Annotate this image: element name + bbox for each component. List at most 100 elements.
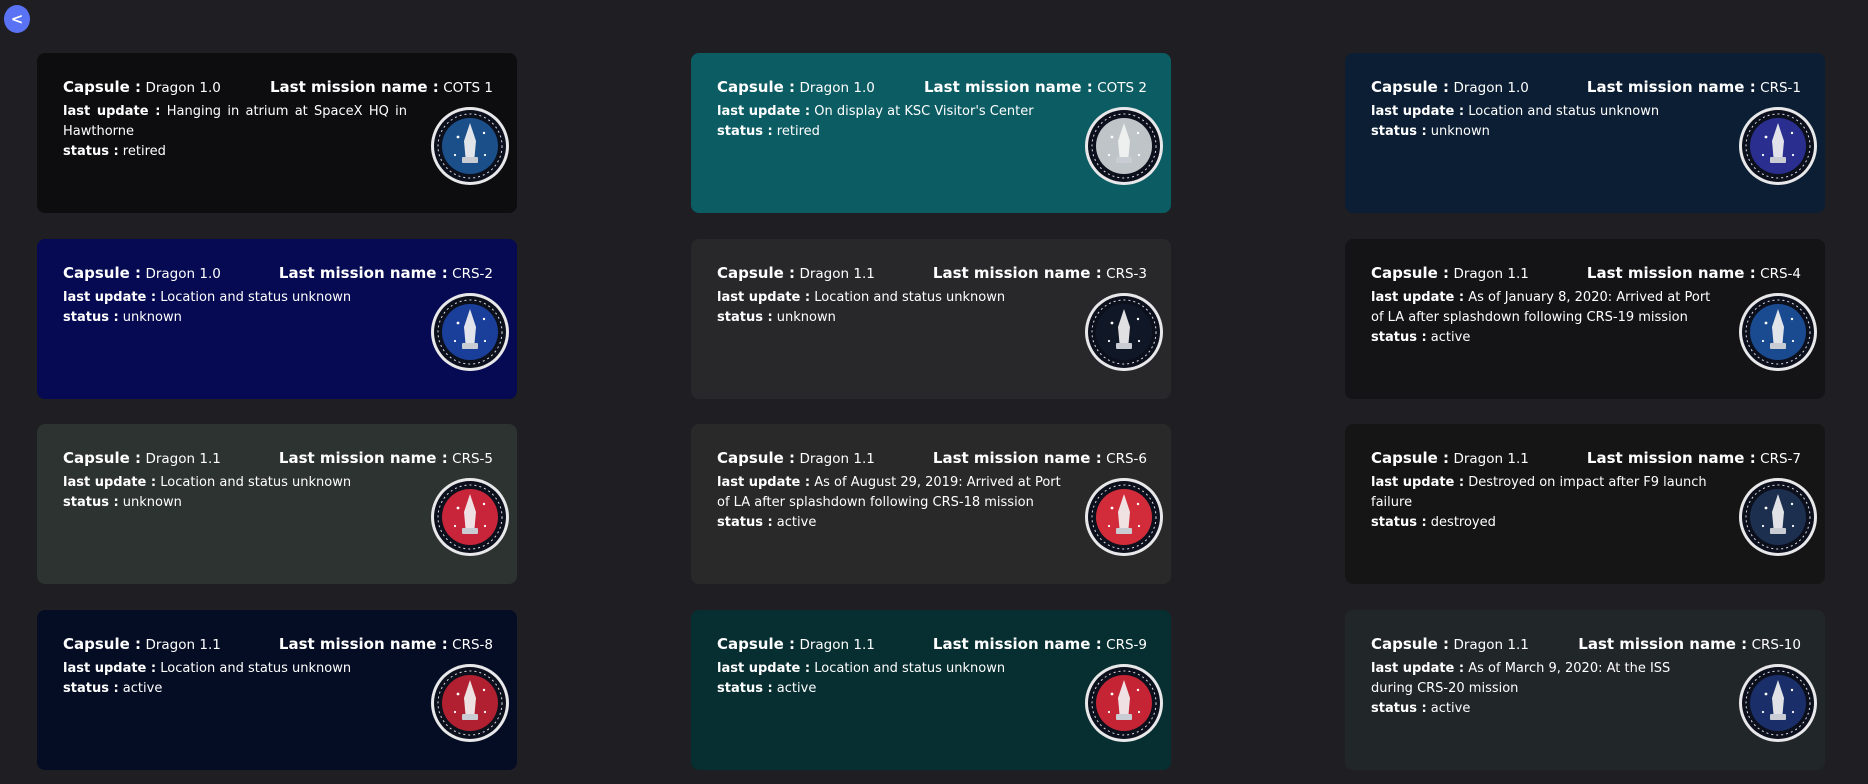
capsule-label: Capsule : <box>1371 78 1450 96</box>
status-line: status : active <box>1371 328 1715 348</box>
last-mission-value: CRS-9 <box>1106 637 1147 653</box>
capsule-type: Capsule : Dragon 1.1 <box>1371 635 1529 654</box>
last-mission-label: Last mission name : <box>932 264 1102 282</box>
last-update-label: last update : <box>63 290 157 305</box>
status-label: status : <box>717 124 773 139</box>
last-mission: Last mission name : CRS-4 <box>1587 264 1801 283</box>
last-update-line: last update : As of January 8, 2020: Arr… <box>1371 288 1715 328</box>
capsule-label: Capsule : <box>717 264 796 282</box>
status-value: unknown <box>1430 124 1490 139</box>
last-mission-value: CRS-3 <box>1106 266 1147 282</box>
last-update-line: last update : Location and status unknow… <box>63 659 407 679</box>
status-line: status : destroyed <box>1371 513 1715 533</box>
last-update-line: last update : As of March 9, 2020: At th… <box>1371 659 1715 699</box>
last-update-line: last update : Destroyed on impact after … <box>1371 473 1715 513</box>
last-mission-label: Last mission name : <box>278 449 448 467</box>
capsule-card[interactable]: Capsule : Dragon 1.1 Last mission name : … <box>691 610 1171 770</box>
capsule-card[interactable]: Capsule : Dragon 1.1 Last mission name : … <box>1345 610 1825 770</box>
last-mission: Last mission name : CRS-6 <box>933 449 1147 468</box>
card-header-row: Capsule : Dragon 1.0 Last mission name : … <box>63 78 493 97</box>
capsule-type: Capsule : Dragon 1.1 <box>717 635 875 654</box>
card-header-row: Capsule : Dragon 1.0 Last mission name : … <box>63 264 493 283</box>
last-update-label: last update : <box>63 661 157 676</box>
status-line: status : active <box>717 679 1061 699</box>
status-value: unknown <box>122 495 182 510</box>
capsule-card[interactable]: Capsule : Dragon 1.1 Last mission name : … <box>1345 239 1825 399</box>
last-mission: Last mission name : CRS-10 <box>1578 635 1801 654</box>
card-body: last update : Location and status unknow… <box>1371 102 1715 142</box>
status-label: status : <box>1371 701 1427 716</box>
capsule-value: Dragon 1.1 <box>799 637 875 653</box>
capsule-label: Capsule : <box>717 635 796 653</box>
capsule-card[interactable]: Capsule : Dragon 1.1 Last mission name : … <box>37 424 517 584</box>
capsule-value: Dragon 1.0 <box>145 266 221 282</box>
status-value: active <box>122 681 163 696</box>
last-update-label: last update : <box>63 475 157 490</box>
status-label: status : <box>1371 124 1427 139</box>
status-label: status : <box>1371 515 1427 530</box>
capsule-label: Capsule : <box>63 449 142 467</box>
capsule-card[interactable]: Capsule : Dragon 1.1 Last mission name : … <box>37 610 517 770</box>
status-value: active <box>776 515 817 530</box>
capsule-label: Capsule : <box>1371 449 1450 467</box>
last-update-label: last update : <box>717 290 811 305</box>
capsule-value: Dragon 1.1 <box>1453 637 1529 653</box>
capsule-type: Capsule : Dragon 1.1 <box>63 449 221 468</box>
capsule-value: Dragon 1.1 <box>145 451 221 467</box>
last-update-label: last update : <box>717 475 811 490</box>
status-label: status : <box>63 144 119 159</box>
capsule-label: Capsule : <box>63 635 142 653</box>
card-header-row: Capsule : Dragon 1.0 Last mission name : … <box>717 78 1147 97</box>
card-header-row: Capsule : Dragon 1.1 Last mission name : … <box>63 449 493 468</box>
last-update-line: last update : On display at KSC Visitor'… <box>717 102 1061 122</box>
status-value: destroyed <box>1430 515 1496 530</box>
last-mission: Last mission name : CRS-5 <box>279 449 493 468</box>
card-body: last update : Location and status unknow… <box>717 659 1061 699</box>
crs8-mission-patch-icon <box>429 662 511 744</box>
last-mission-value: CRS-1 <box>1760 80 1801 96</box>
last-mission-value: CRS-6 <box>1106 451 1147 467</box>
last-mission-value: CRS-8 <box>452 637 493 653</box>
last-mission: Last mission name : CRS-2 <box>279 264 493 283</box>
last-update-value: On display at KSC Visitor's Center <box>814 104 1034 119</box>
crs5-mission-patch-icon <box>429 476 511 558</box>
card-body: last update : As of January 8, 2020: Arr… <box>1371 288 1715 348</box>
last-update-label: last update : <box>1371 661 1465 676</box>
crs2-mission-patch-icon <box>429 291 511 373</box>
capsule-card[interactable]: Capsule : Dragon 1.1 Last mission name : … <box>691 424 1171 584</box>
capsule-label: Capsule : <box>1371 264 1450 282</box>
status-value: retired <box>122 144 166 159</box>
card-body: last update : Location and status unknow… <box>717 288 1061 328</box>
capsule-card[interactable]: Capsule : Dragon 1.1 Last mission name : … <box>691 239 1171 399</box>
capsule-value: Dragon 1.1 <box>1453 451 1529 467</box>
capsule-label: Capsule : <box>1371 635 1450 653</box>
status-value: unknown <box>776 310 836 325</box>
status-label: status : <box>717 515 773 530</box>
card-body: last update : Hanging in atrium at Space… <box>63 102 407 162</box>
status-line: status : active <box>63 679 407 699</box>
status-value: active <box>1430 330 1471 345</box>
capsule-type: Capsule : Dragon 1.0 <box>717 78 875 97</box>
last-mission-label: Last mission name : <box>1586 78 1756 96</box>
last-update-line: last update : Location and status unknow… <box>717 659 1061 679</box>
status-line: status : unknown <box>63 308 407 328</box>
last-mission-value: CRS-4 <box>1760 266 1801 282</box>
capsule-card[interactable]: Capsule : Dragon 1.1 Last mission name : … <box>1345 424 1825 584</box>
capsule-card[interactable]: Capsule : Dragon 1.0 Last mission name : … <box>691 53 1171 213</box>
capsule-card[interactable]: Capsule : Dragon 1.0 Last mission name : … <box>1345 53 1825 213</box>
capsule-card[interactable]: Capsule : Dragon 1.0 Last mission name : … <box>37 53 517 213</box>
last-update-label: last update : <box>1371 290 1465 305</box>
last-update-label: last update : <box>717 661 811 676</box>
crs4-mission-patch-icon <box>1737 291 1819 373</box>
last-mission: Last mission name : COTS 1 <box>270 78 493 97</box>
status-label: status : <box>717 681 773 696</box>
capsule-type: Capsule : Dragon 1.1 <box>717 264 875 283</box>
last-mission: Last mission name : CRS-7 <box>1587 449 1801 468</box>
last-update-value: Location and status unknown <box>814 290 1006 305</box>
last-update-line: last update : Location and status unknow… <box>63 473 407 493</box>
last-update-line: last update : As of August 29, 2019: Arr… <box>717 473 1061 513</box>
capsule-value: Dragon 1.1 <box>799 451 875 467</box>
card-header-row: Capsule : Dragon 1.1 Last mission name : … <box>717 449 1147 468</box>
capsule-value: Dragon 1.0 <box>1453 80 1529 96</box>
capsule-card[interactable]: Capsule : Dragon 1.0 Last mission name : … <box>37 239 517 399</box>
